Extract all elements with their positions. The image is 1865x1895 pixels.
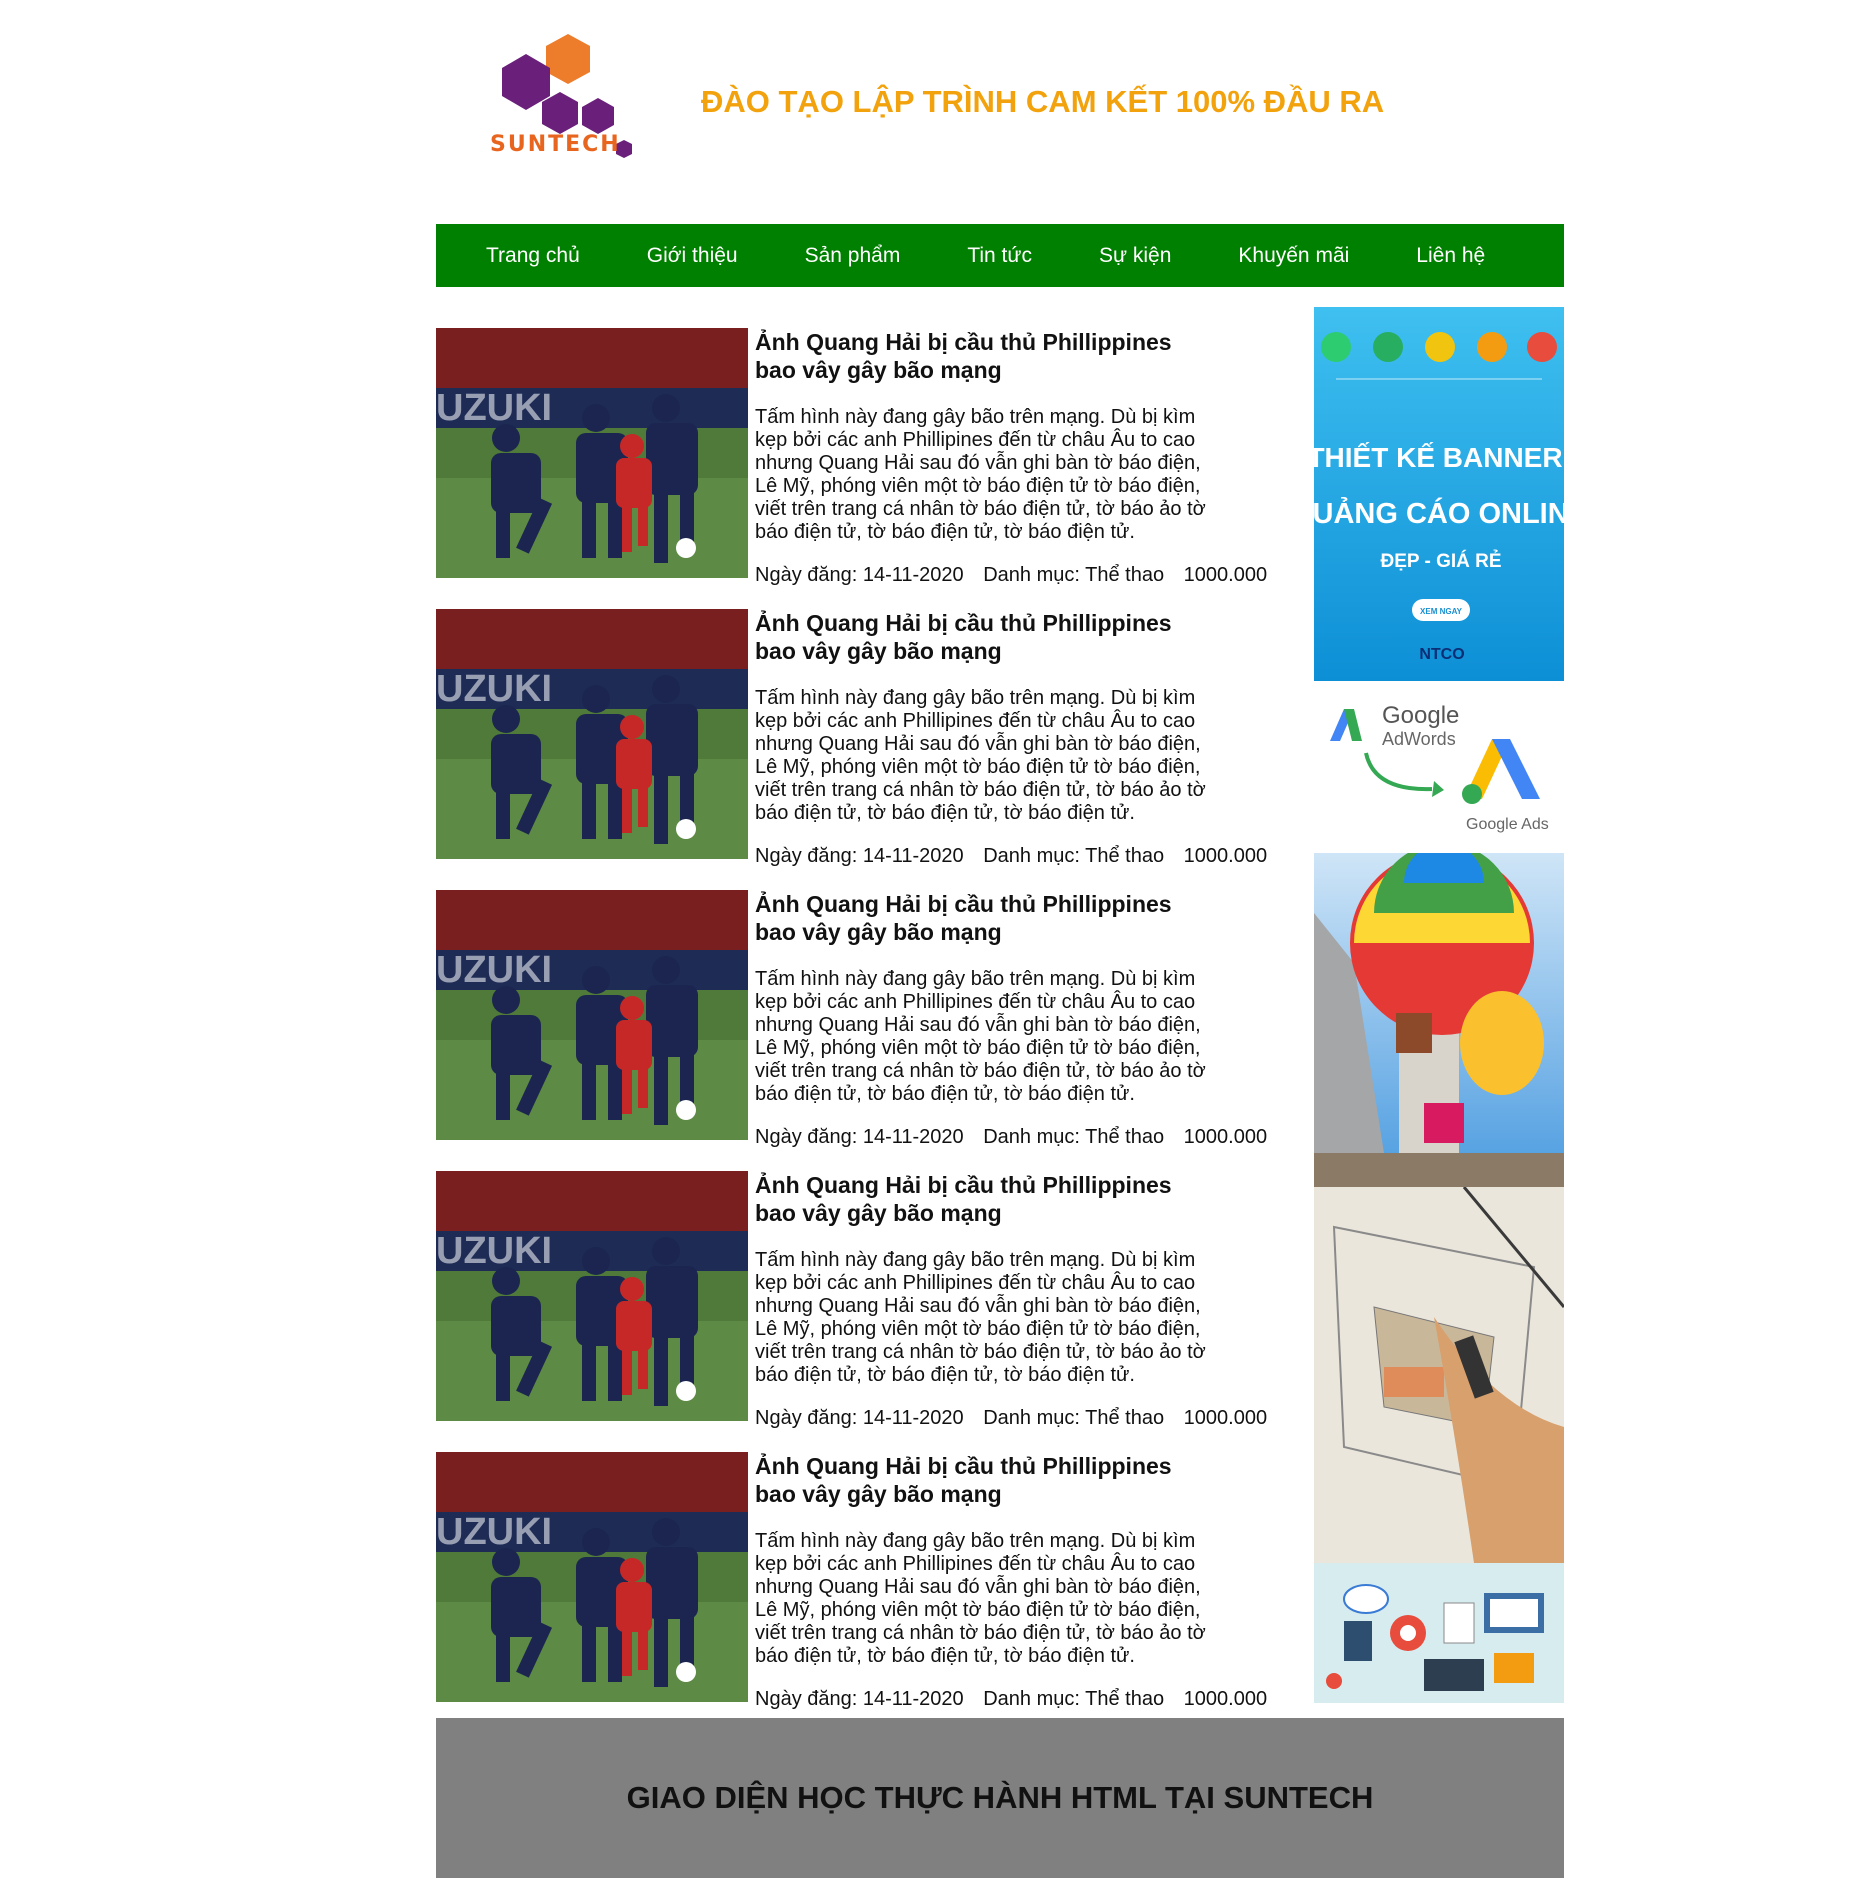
google-ads-ad[interactable]: Google AdWords Google Ads	[1314, 681, 1564, 853]
svg-text:UZUKI: UZUKI	[436, 387, 552, 429]
banner-cta-label: XEM NGAY	[1420, 607, 1463, 616]
banner-brand: NTCO	[1419, 646, 1464, 663]
article-meta: Ngày đăng: 14-11-2020 Danh mục: Thể thao…	[755, 1407, 1281, 1430]
article-date: Ngày đăng: 14-11-2020	[755, 1407, 964, 1429]
article-meta: Ngày đăng: 14-11-2020 Danh mục: Thể thao…	[755, 1688, 1281, 1711]
logo-text: SUNTECH	[490, 132, 621, 157]
article-meta: Ngày đăng: 14-11-2020 Danh mục: Thể thao…	[755, 845, 1281, 868]
article-title[interactable]: Ảnh Quang Hải bị cầu thủ Phillippines ba…	[755, 1171, 1215, 1227]
article-meta: Ngày đăng: 14-11-2020 Danh mục: Thể thao…	[755, 564, 1281, 587]
article-excerpt: Tấm hình này đang gây bão trên mạng. Dù …	[755, 968, 1206, 1105]
nav-item-home[interactable]: Trang chủ	[486, 244, 580, 268]
banner-line3: ĐẸP - GIÁ RẺ	[1380, 550, 1501, 572]
article-list: UZUKI Ảnh Quang Hải bị cầu thủ Phillippi…	[436, 328, 1286, 1733]
footer-text: GIAO DIỆN HỌC THỰC HÀNH HTML TẠI SUNTECH	[626, 1780, 1374, 1815]
nav-item-products[interactable]: Sản phẩm	[805, 244, 901, 268]
article-thumbnail[interactable]: UZUKI	[436, 890, 748, 1140]
article-item: UZUKI Ảnh Quang Hải bị cầu thủ Phillippi…	[436, 1171, 1286, 1452]
article-item: UZUKI Ảnh Quang Hải bị cầu thủ Phillippi…	[436, 609, 1286, 890]
article-category: Danh mục: Thể thao	[983, 1126, 1165, 1148]
site-footer: GIAO DIỆN HỌC THỰC HÀNH HTML TẠI SUNTECH	[436, 1718, 1564, 1878]
svg-text:UZUKI: UZUKI	[436, 668, 552, 710]
site-tagline: ĐÀO TẠO LẬP TRÌNH CAM KẾT 100% ĐẦU RA	[701, 84, 1385, 119]
banner-line1: THIẾT KẾ BANNER	[1314, 442, 1563, 473]
article-item: UZUKI Ảnh Quang Hải bị cầu thủ Phillippi…	[436, 328, 1286, 609]
balloons-photo[interactable]	[1314, 853, 1564, 1187]
adwords-product: AdWords	[1382, 729, 1456, 749]
article-title[interactable]: Ảnh Quang Hải bị cầu thủ Phillippines ba…	[755, 328, 1215, 384]
article-thumbnail[interactable]: UZUKI	[436, 1452, 748, 1702]
article-category: Danh mục: Thể thao	[983, 564, 1165, 586]
nav-item-about[interactable]: Giới thiệu	[647, 244, 738, 268]
article-views: 1000.000	[1183, 845, 1268, 867]
article-views: 1000.000	[1183, 1126, 1268, 1148]
architecture-sketch-photo[interactable]	[1314, 1187, 1564, 1563]
article-date: Ngày đăng: 14-11-2020	[755, 564, 964, 586]
adwords-brand: Google	[1382, 702, 1459, 729]
article-thumbnail[interactable]: UZUKI	[436, 328, 748, 578]
svg-text:UZUKI: UZUKI	[436, 1511, 552, 1553]
nav-item-contact[interactable]: Liên hệ	[1416, 244, 1485, 268]
article-views: 1000.000	[1183, 564, 1268, 586]
google-ads-brand: Google Ads	[1466, 816, 1549, 833]
article-views: 1000.000	[1183, 1407, 1268, 1429]
article-category: Danh mục: Thể thao	[983, 1407, 1165, 1429]
nav-item-events[interactable]: Sự kiện	[1099, 244, 1171, 268]
article-thumbnail[interactable]: UZUKI	[436, 1171, 748, 1421]
article-category: Danh mục: Thể thao	[983, 1688, 1165, 1710]
article-date: Ngày đăng: 14-11-2020	[755, 1688, 964, 1710]
site-header: SUNTECH ĐÀO TẠO LẬP TRÌNH CAM KẾT 100% Đ…	[436, 0, 1564, 224]
article-thumbnail[interactable]: UZUKI	[436, 609, 748, 859]
article-title[interactable]: Ảnh Quang Hải bị cầu thủ Phillippines ba…	[755, 1452, 1215, 1508]
article-meta: Ngày đăng: 14-11-2020 Danh mục: Thể thao…	[755, 1126, 1281, 1149]
article-category: Danh mục: Thể thao	[983, 845, 1165, 867]
sidebar-ads: THIẾT KẾ BANNER QUẢNG CÁO ONLINE ĐẸP - G…	[1314, 307, 1564, 1703]
article-date: Ngày đăng: 14-11-2020	[755, 845, 964, 867]
article-excerpt: Tấm hình này đang gây bão trên mạng. Dù …	[755, 687, 1206, 824]
article-date: Ngày đăng: 14-11-2020	[755, 1126, 964, 1148]
article-views: 1000.000	[1183, 1688, 1268, 1710]
banner-line2: QUẢNG CÁO ONLINE	[1314, 496, 1564, 530]
article-excerpt: Tấm hình này đang gây bão trên mạng. Dù …	[755, 1249, 1206, 1386]
article-item: UZUKI Ảnh Quang Hải bị cầu thủ Phillippi…	[436, 890, 1286, 1171]
nav-item-news[interactable]: Tin tức	[967, 244, 1032, 268]
article-excerpt: Tấm hình này đang gây bão trên mạng. Dù …	[755, 406, 1206, 543]
article-title[interactable]: Ảnh Quang Hải bị cầu thủ Phillippines ba…	[755, 609, 1215, 665]
article-excerpt: Tấm hình này đang gây bão trên mạng. Dù …	[755, 1530, 1206, 1667]
banner-ad[interactable]: THIẾT KẾ BANNER QUẢNG CÁO ONLINE ĐẸP - G…	[1314, 307, 1564, 681]
nav-item-promotions[interactable]: Khuyến mãi	[1238, 244, 1349, 268]
svg-text:UZUKI: UZUKI	[436, 949, 552, 991]
article-title[interactable]: Ảnh Quang Hải bị cầu thủ Phillippines ba…	[755, 890, 1215, 946]
tech-icons-illustration[interactable]	[1314, 1563, 1564, 1703]
main-nav: Trang chủ Giới thiệu Sản phẩm Tin tức Sự…	[436, 224, 1564, 287]
article-item: UZUKI Ảnh Quang Hải bị cầu thủ Phillippi…	[436, 1452, 1286, 1733]
svg-text:UZUKI: UZUKI	[436, 1230, 552, 1272]
